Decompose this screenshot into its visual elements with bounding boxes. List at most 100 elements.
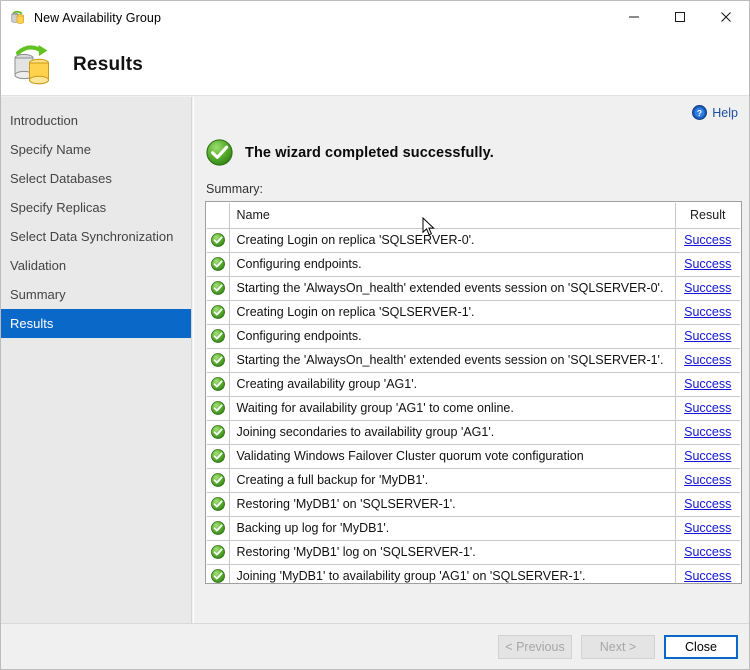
table-header-row: Name Result	[207, 203, 740, 228]
page-header: Results	[1, 34, 749, 96]
row-status-cell	[207, 276, 229, 300]
result-link[interactable]: Success	[684, 545, 731, 559]
row-result-cell: Success	[675, 252, 740, 276]
table-row[interactable]: Creating Login on replica 'SQLSERVER-0'.…	[207, 228, 740, 252]
row-name-cell: Joining 'MyDB1' to availability group 'A…	[229, 564, 675, 584]
result-link[interactable]: Success	[684, 401, 731, 415]
row-result-cell: Success	[675, 396, 740, 420]
row-name-cell: Configuring endpoints.	[229, 324, 675, 348]
maximize-icon[interactable]	[657, 1, 703, 33]
result-link[interactable]: Success	[684, 449, 731, 463]
table-row[interactable]: Joining secondaries to availability grou…	[207, 420, 740, 444]
row-result-cell: Success	[675, 468, 740, 492]
row-status-cell	[207, 228, 229, 252]
row-name-cell: Starting the 'AlwaysOn_health' extended …	[229, 348, 675, 372]
row-status-cell	[207, 516, 229, 540]
result-link[interactable]: Success	[684, 521, 731, 535]
result-link[interactable]: Success	[684, 569, 731, 583]
table-row[interactable]: Creating availability group 'AG1'.Succes…	[207, 372, 740, 396]
results-table-header: Name Result	[207, 203, 740, 228]
table-row[interactable]: Configuring endpoints. Success	[207, 324, 740, 348]
table-row[interactable]: Backing up log for 'MyDB1'.Success	[207, 516, 740, 540]
help-label: Help	[712, 106, 738, 120]
result-link[interactable]: Success	[684, 497, 731, 511]
sidebar-item-select-data-synchronization[interactable]: Select Data Synchronization	[1, 222, 191, 251]
svg-text:?: ?	[697, 108, 702, 118]
previous-button[interactable]: < Previous	[498, 635, 572, 659]
table-row[interactable]: Waiting for availability group 'AG1' to …	[207, 396, 740, 420]
row-status-cell	[207, 420, 229, 444]
row-name-cell: Starting the 'AlwaysOn_health' extended …	[229, 276, 675, 300]
table-row[interactable]: Validating Windows Failover Cluster quor…	[207, 444, 740, 468]
status-message-row: The wizard completed successfully.	[206, 139, 494, 166]
result-link[interactable]: Success	[684, 233, 731, 247]
sidebar-item-specify-name[interactable]: Specify Name	[1, 135, 191, 164]
result-link[interactable]: Success	[684, 473, 731, 487]
results-table-container[interactable]: Name Result Creating Login on replica 'S…	[205, 201, 742, 584]
row-result-cell: Success	[675, 564, 740, 584]
sidebar-item-summary[interactable]: Summary	[1, 280, 191, 309]
result-link[interactable]: Success	[684, 305, 731, 319]
wizard-steps-sidebar: Introduction Specify Name Select Databases…	[1, 97, 192, 669]
result-link[interactable]: Success	[684, 425, 731, 439]
sidebar-item-label: Summary	[10, 287, 66, 302]
column-header-icon[interactable]	[207, 203, 229, 228]
sidebar-item-label: Validation	[10, 258, 66, 273]
column-header-result[interactable]: Result	[675, 203, 740, 228]
result-link[interactable]: Success	[684, 257, 731, 271]
result-link[interactable]: Success	[684, 329, 731, 343]
column-header-name[interactable]: Name	[229, 203, 675, 228]
table-row[interactable]: Creating a full backup for 'MyDB1'.Succe…	[207, 468, 740, 492]
success-check-icon	[211, 569, 225, 583]
row-status-cell	[207, 468, 229, 492]
results-table-body: Creating Login on replica 'SQLSERVER-0'.…	[207, 228, 740, 584]
table-row[interactable]: Configuring endpoints. Success	[207, 252, 740, 276]
row-status-cell	[207, 300, 229, 324]
success-check-icon	[211, 353, 225, 367]
success-check-icon	[211, 329, 225, 343]
row-result-cell: Success	[675, 276, 740, 300]
row-name-cell: Configuring endpoints.	[229, 252, 675, 276]
sidebar-item-select-databases[interactable]: Select Databases	[1, 164, 191, 193]
results-content-panel: ? Help The wiz	[193, 97, 749, 669]
next-button[interactable]: Next >	[581, 635, 655, 659]
success-check-icon	[211, 497, 225, 511]
row-status-cell	[207, 372, 229, 396]
close-button[interactable]: Close	[664, 635, 738, 659]
table-row[interactable]: Restoring 'MyDB1' log on 'SQLSERVER-1'. S…	[207, 540, 740, 564]
wizard-footer: < Previous Next > Close	[1, 624, 749, 669]
row-result-cell: Success	[675, 372, 740, 396]
success-check-icon	[211, 449, 225, 463]
row-name-cell: Restoring 'MyDB1' on 'SQLSERVER-1'.	[229, 492, 675, 516]
sidebar-item-specify-replicas[interactable]: Specify Replicas	[1, 193, 191, 222]
row-status-cell	[207, 348, 229, 372]
close-icon[interactable]	[703, 1, 749, 33]
success-check-icon	[211, 545, 225, 559]
table-row[interactable]: Starting the 'AlwaysOn_health' extended …	[207, 276, 740, 300]
sidebar-item-validation[interactable]: Validation	[1, 251, 191, 280]
result-link[interactable]: Success	[684, 377, 731, 391]
row-name-cell: Creating Login on replica 'SQLSERVER-1'.	[229, 300, 675, 324]
table-row[interactable]: Creating Login on replica 'SQLSERVER-1'.…	[207, 300, 740, 324]
minimize-icon[interactable]	[611, 1, 657, 33]
page-title: Results	[73, 54, 143, 76]
table-row[interactable]: Starting the 'AlwaysOn_health' extended …	[207, 348, 740, 372]
row-name-cell: Restoring 'MyDB1' log on 'SQLSERVER-1'.	[229, 540, 675, 564]
row-name-cell: Creating Login on replica 'SQLSERVER-0'.	[229, 228, 675, 252]
availability-group-icon	[10, 10, 26, 26]
row-result-cell: Success	[675, 444, 740, 468]
result-link[interactable]: Success	[684, 353, 731, 367]
success-check-icon	[211, 521, 225, 535]
row-status-cell	[207, 324, 229, 348]
row-name-cell: Waiting for availability group 'AG1' to …	[229, 396, 675, 420]
sidebar-item-label: Specify Name	[10, 142, 91, 157]
sidebar-item-results[interactable]: Results	[1, 309, 191, 338]
table-row[interactable]: Joining 'MyDB1' to availability group 'A…	[207, 564, 740, 584]
sidebar-item-introduction[interactable]: Introduction	[1, 106, 191, 135]
table-row[interactable]: Restoring 'MyDB1' on 'SQLSERVER-1'. Succe…	[207, 492, 740, 516]
window-controls	[611, 1, 749, 33]
result-link[interactable]: Success	[684, 281, 731, 295]
row-name-cell: Validating Windows Failover Cluster quor…	[229, 444, 675, 468]
help-link[interactable]: ? Help	[692, 105, 738, 120]
sidebar-item-label: Results	[10, 316, 53, 331]
